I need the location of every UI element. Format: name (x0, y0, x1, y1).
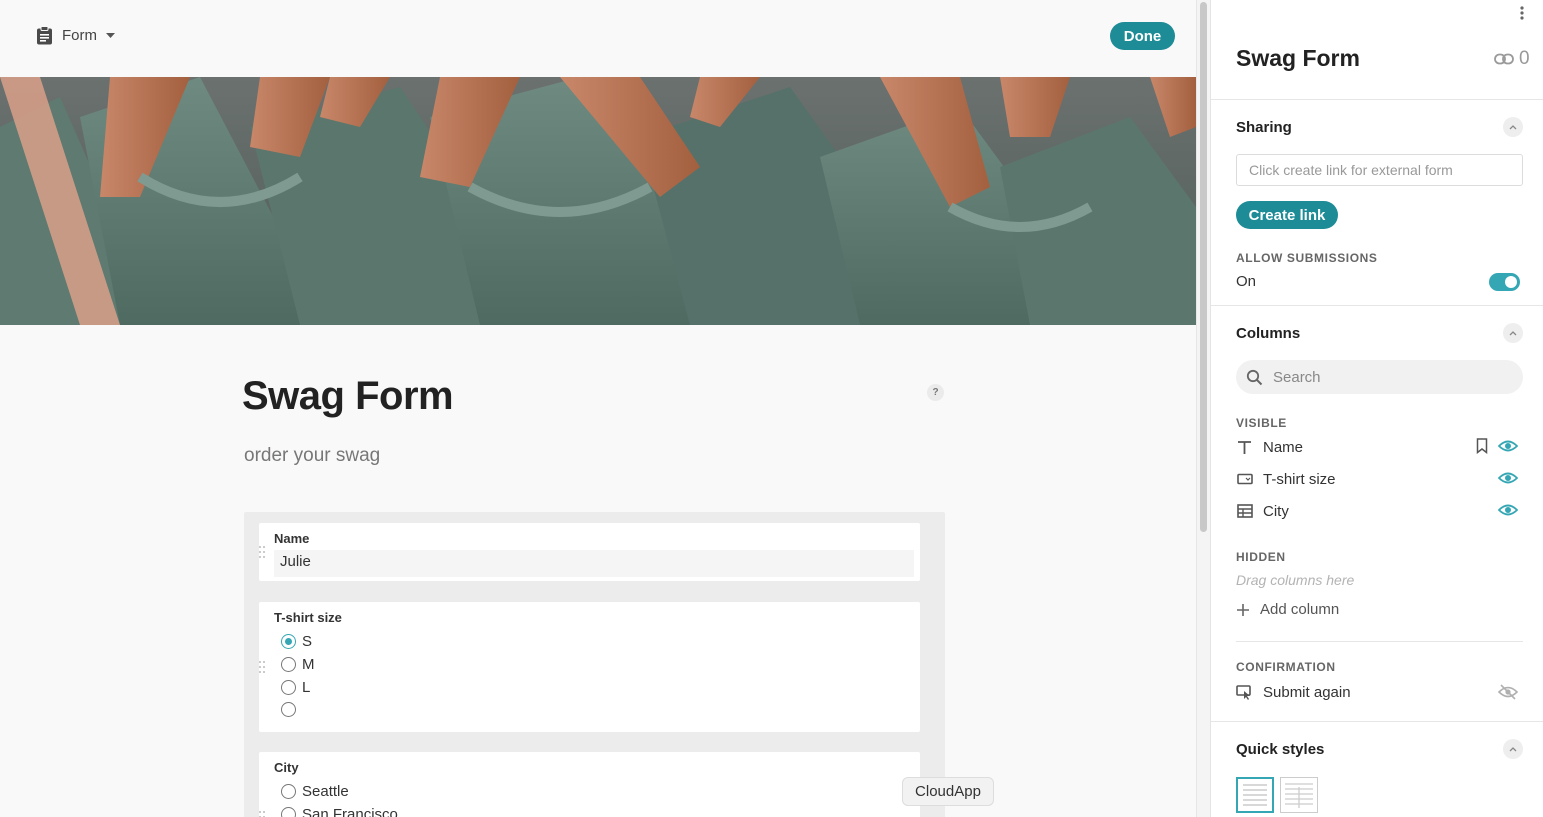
divider (1211, 721, 1543, 722)
field-label: T-shirt size (274, 610, 342, 625)
field-card-name[interactable]: Name Julie (259, 523, 920, 581)
caret-down-icon (106, 32, 115, 38)
done-button[interactable]: Done (1110, 22, 1175, 50)
option-label: Seattle (302, 783, 349, 800)
field-label: City (274, 760, 299, 775)
view-switcher[interactable]: Form (36, 26, 115, 45)
quick-styles-title: Quick styles (1236, 741, 1325, 758)
column-label: Name (1263, 438, 1304, 456)
link-count-value: 0 (1519, 48, 1530, 69)
text-type-icon (1236, 439, 1253, 456)
radio[interactable] (281, 680, 296, 695)
collapse-quick-styles-button[interactable] (1503, 739, 1523, 759)
drag-handle-icon[interactable] (257, 545, 267, 559)
collapse-sharing-button[interactable] (1503, 117, 1523, 137)
add-column-label: Add column (1260, 601, 1340, 618)
external-link-input[interactable]: Click create link for external form (1236, 154, 1523, 186)
radio[interactable] (281, 702, 296, 717)
panel-title: Swag Form (1236, 45, 1360, 71)
field-label: Name (274, 531, 310, 546)
divider (1211, 305, 1543, 306)
option-san-francisco[interactable]: San Francisco (281, 806, 398, 817)
select-type-icon (1236, 471, 1253, 488)
field-card-city[interactable]: City Seattle San Francisco (259, 752, 920, 817)
search-icon (1246, 369, 1263, 385)
submit-again-row[interactable]: Submit again (1236, 680, 1523, 704)
more-options-icon[interactable] (1517, 5, 1527, 21)
visible-label: VISIBLE (1236, 416, 1287, 430)
create-link-button[interactable]: Create link (1236, 201, 1338, 229)
drag-handle-icon[interactable] (257, 810, 267, 817)
hidden-label: HIDDEN (1236, 550, 1286, 564)
allow-submissions-label: ALLOW SUBMISSIONS (1236, 251, 1378, 265)
help-button[interactable]: ? (927, 384, 944, 401)
form-editor: Form Done Swag Form ? order your swag Na… (0, 0, 1196, 817)
chevron-up-icon (1509, 746, 1517, 751)
column-row-name[interactable]: Name (1236, 435, 1523, 459)
form-description[interactable]: order your swag (244, 445, 380, 467)
clipboard-icon (37, 26, 52, 45)
column-label: City (1263, 502, 1289, 520)
collapse-columns-button[interactable] (1503, 323, 1523, 343)
main-scrollbar[interactable] (1196, 0, 1210, 817)
link-count[interactable]: 0 (1494, 48, 1530, 70)
radio[interactable] (281, 784, 296, 799)
top-bar: Form Done (0, 0, 1196, 77)
hidden-drop-hint: Drag columns here (1236, 572, 1355, 588)
style-preview-icon (1243, 784, 1267, 806)
chevron-up-icon (1509, 330, 1517, 335)
option-empty[interactable] (281, 702, 302, 717)
option-label: L (302, 679, 311, 696)
style-preview-icon (1285, 783, 1313, 808)
column-label: T-shirt size (1263, 470, 1336, 488)
column-row-tshirt-size[interactable]: T-shirt size (1236, 467, 1523, 491)
view-label: Form (62, 27, 97, 44)
chevron-up-icon (1509, 124, 1517, 129)
scroll-thumb[interactable] (1200, 2, 1207, 532)
option-seattle[interactable]: Seattle (281, 783, 349, 800)
quick-style-option-1[interactable] (1236, 777, 1274, 813)
confirmation-label: CONFIRMATION (1236, 660, 1336, 674)
add-column-button[interactable]: Add column (1236, 601, 1339, 618)
sharing-title: Sharing (1236, 119, 1292, 136)
column-row-city[interactable]: City (1236, 499, 1523, 523)
field-card-tshirt-size[interactable]: T-shirt size S M L (259, 602, 920, 732)
drag-handle-icon[interactable] (257, 660, 267, 674)
eye-icon[interactable] (1498, 439, 1518, 453)
option-s[interactable]: S (281, 633, 312, 650)
submit-again-label: Submit again (1263, 683, 1351, 701)
option-l[interactable]: L (281, 679, 310, 696)
eye-icon[interactable] (1498, 471, 1518, 485)
option-label: S (302, 633, 313, 650)
eye-icon[interactable] (1498, 503, 1518, 517)
cover-photo-tshirts (0, 77, 1196, 325)
allow-submissions-toggle[interactable] (1489, 273, 1520, 291)
table-type-icon (1236, 503, 1253, 520)
quick-style-option-2[interactable] (1280, 777, 1318, 813)
settings-panel: Swag Form 0 Sharing Click create link fo… (1210, 0, 1543, 817)
column-search[interactable]: Search (1236, 360, 1523, 394)
search-placeholder: Search (1273, 368, 1321, 386)
option-label: San Francisco (302, 806, 398, 817)
form-fields-area: Name Julie T-shirt size S M L City Seatt… (244, 512, 945, 817)
divider (1236, 641, 1523, 642)
option-label: M (302, 656, 315, 673)
link-icon (1494, 53, 1514, 65)
allow-submissions-state: On (1236, 273, 1257, 290)
radio[interactable] (281, 807, 296, 817)
submit-cursor-icon (1236, 684, 1253, 701)
plus-icon (1237, 603, 1249, 616)
eye-off-icon[interactable] (1498, 684, 1518, 700)
option-m[interactable]: M (281, 656, 315, 673)
cover-image (0, 77, 1196, 325)
divider (1211, 99, 1543, 100)
cloudapp-tooltip: CloudApp (902, 777, 994, 806)
name-input[interactable]: Julie (274, 550, 914, 577)
radio[interactable] (281, 657, 296, 672)
bookmark-icon[interactable] (1476, 438, 1488, 454)
radio-selected[interactable] (281, 634, 296, 649)
columns-title: Columns (1236, 325, 1301, 342)
form-title[interactable]: Swag Form (242, 374, 454, 419)
